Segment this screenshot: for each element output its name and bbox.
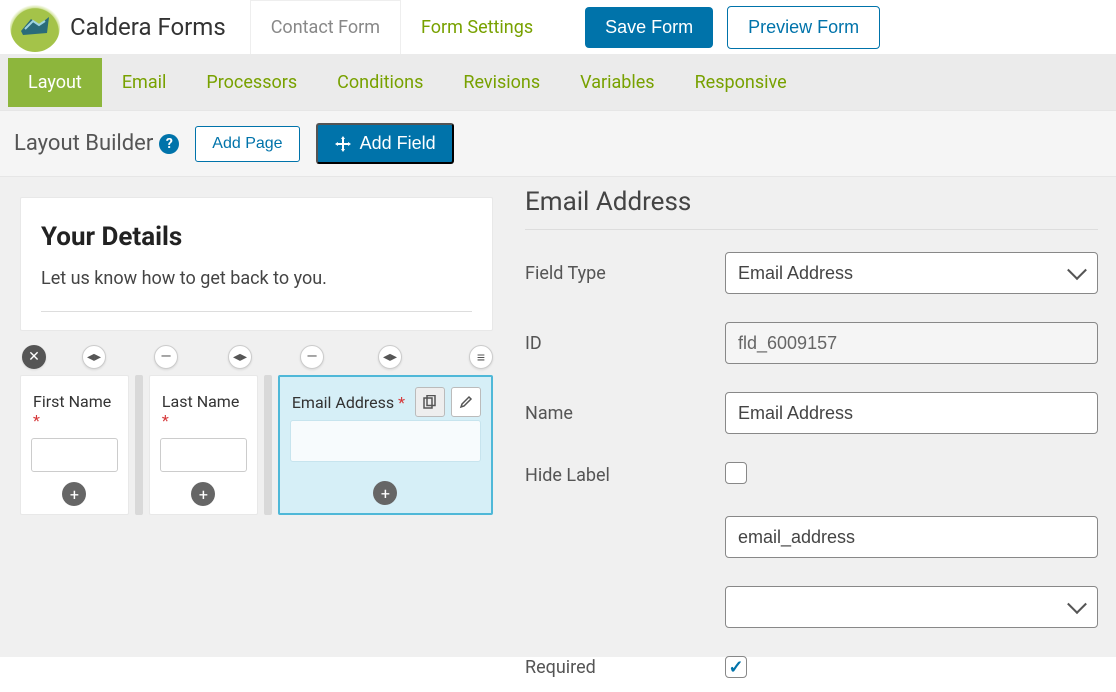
collapse-column-icon[interactable]: — — [154, 345, 178, 369]
row-slug — [525, 502, 1098, 572]
section-heading: Your Details — [41, 222, 472, 252]
settings-title: Email Address — [525, 187, 1098, 230]
section-subtext: Let us know how to get back to you. — [41, 268, 472, 289]
tab-contact-form[interactable]: Contact Form — [250, 0, 401, 54]
required-star: * — [162, 411, 169, 430]
field-slug-input[interactable] — [725, 516, 1098, 558]
extra-select[interactable] — [725, 586, 1098, 628]
subtab-layout[interactable]: Layout — [8, 58, 102, 107]
help-icon[interactable]: ? — [159, 134, 179, 154]
row-field-type: Field Type Email Address — [525, 238, 1098, 308]
label-required: Required — [525, 657, 725, 678]
preview-form-button[interactable]: Preview Form — [727, 6, 880, 49]
field-label: First Name * — [33, 392, 118, 430]
row-name: Name — [525, 378, 1098, 448]
field-name-input[interactable] — [725, 392, 1098, 434]
label-id: ID — [525, 333, 725, 354]
collapse-column-icon-2[interactable]: — — [300, 345, 324, 369]
field-label: Email Address * — [292, 393, 405, 412]
fields-row: First Name * + Last Name * + Email Addre… — [20, 375, 493, 515]
move-icon — [334, 135, 352, 153]
field-settings-panel: Email Address Field Type Email Address I… — [503, 177, 1116, 657]
field-type-select[interactable]: Email Address — [725, 252, 1098, 294]
top-header: Caldera Forms Contact Form Form Settings… — [0, 0, 1116, 54]
required-star: * — [398, 393, 405, 412]
builder-toolbar: Layout Builder ? Add Page Add Field — [0, 110, 1116, 177]
required-star: * — [33, 411, 40, 430]
subtab-processors[interactable]: Processors — [186, 58, 317, 107]
hide-label-checkbox[interactable] — [725, 462, 747, 484]
remove-row-icon[interactable]: ✕ — [22, 345, 46, 369]
subtab-conditions[interactable]: Conditions — [317, 58, 443, 107]
brand-title: Caldera Forms — [70, 13, 226, 41]
add-field-below-icon[interactable]: + — [191, 482, 215, 506]
field-first-name[interactable]: First Name * + — [20, 375, 129, 515]
duplicate-field-icon[interactable] — [415, 387, 445, 417]
top-actions: Save Form Preview Form — [585, 6, 880, 49]
sub-nav: Layout Email Processors Conditions Revis… — [0, 54, 1116, 110]
field-actions — [415, 387, 481, 417]
builder-title: Layout Builder ? — [14, 131, 179, 156]
section-card[interactable]: Your Details Let us know how to get back… — [20, 197, 493, 331]
subtab-email[interactable]: Email — [102, 58, 187, 107]
main-area: Your Details Let us know how to get back… — [0, 177, 1116, 657]
field-last-name[interactable]: Last Name * + — [149, 375, 258, 515]
add-field-label: Add Field — [360, 133, 436, 154]
label-field-type: Field Type — [525, 263, 725, 284]
field-email-address[interactable]: Email Address * + — [278, 375, 493, 515]
row-extra-select — [525, 572, 1098, 642]
tab-form-settings[interactable]: Form Settings — [401, 1, 553, 54]
canvas-column: Your Details Let us know how to get back… — [0, 177, 503, 657]
subtab-variables[interactable]: Variables — [560, 58, 674, 107]
field-preview-input — [290, 420, 481, 462]
field-id-input — [725, 322, 1098, 364]
section-divider — [41, 311, 472, 312]
builder-title-text: Layout Builder — [14, 131, 153, 156]
add-field-button[interactable]: Add Field — [316, 123, 454, 164]
field-label: Last Name * — [162, 392, 247, 430]
split-column-icon-3[interactable]: ◂▸ — [378, 345, 402, 369]
edit-field-icon[interactable] — [451, 387, 481, 417]
logo-icon — [10, 2, 60, 52]
label-hide-label: Hide Label — [525, 465, 725, 486]
column-divider[interactable] — [135, 375, 143, 515]
row-id: ID — [525, 308, 1098, 378]
split-column-icon[interactable]: ◂▸ — [82, 345, 106, 369]
row-hide-label: Hide Label — [525, 448, 1098, 502]
subtab-responsive[interactable]: Responsive — [675, 58, 807, 107]
column-divider[interactable] — [264, 375, 272, 515]
row-controls: ✕ ◂▸ — ◂▸ — ◂▸ ≡ — [20, 331, 493, 375]
subtab-revisions[interactable]: Revisions — [443, 58, 560, 107]
top-tabs: Contact Form Form Settings — [250, 0, 553, 54]
add-field-below-icon[interactable]: + — [373, 481, 397, 505]
row-menu-icon[interactable]: ≡ — [469, 345, 493, 369]
field-preview-input — [160, 438, 247, 472]
save-form-button[interactable]: Save Form — [585, 7, 713, 48]
split-column-icon-2[interactable]: ◂▸ — [228, 345, 252, 369]
label-name: Name — [525, 403, 725, 424]
add-page-button[interactable]: Add Page — [195, 126, 299, 162]
logo-area: Caldera Forms — [10, 2, 246, 52]
required-checkbox[interactable] — [725, 656, 747, 678]
field-preview-input — [31, 438, 118, 472]
add-field-below-icon[interactable]: + — [62, 482, 86, 506]
